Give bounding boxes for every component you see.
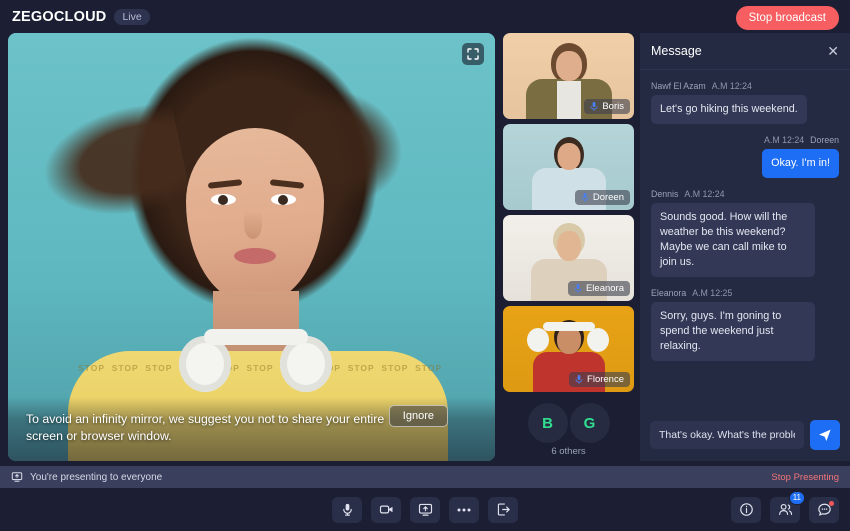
thumb-headphone-cup-left [527,328,549,352]
participants-button[interactable]: 11 [770,497,800,523]
chat-unread-dot [829,501,834,506]
thumb-person-face [557,143,580,170]
toolbar-center-group [332,497,518,523]
presenting-status-bar: You're presenting to everyone Stop Prese… [0,466,850,488]
person-nose [244,211,262,239]
thumb-person-shirt [557,81,581,119]
message-bubble: Sorry, guys. I'm goning to spend the wee… [651,302,815,361]
top-bar: ZEGOCLOUD Live [0,0,850,33]
message-time: A.M 12:25 [692,288,732,298]
presenting-status-left: You're presenting to everyone [11,471,771,483]
notice-text: To avoid an infinity mirror, we suggest … [26,411,406,445]
status-badge: Florence [569,372,630,387]
other-participants-group[interactable]: B G 6 others [503,403,634,457]
camera-toggle-button[interactable] [371,497,401,523]
message-meta: A.M 12:24 Doreen [651,135,839,145]
message-list: Nawf El Azam A.M 12:24 Let's go hiking t… [640,70,850,411]
screen-share-button[interactable] [410,497,440,523]
video-camera-icon [379,502,394,517]
message-meta: Nawf El Azam A.M 12:24 [651,81,839,91]
avatar[interactable]: B [528,403,568,443]
main-video-tile[interactable]: STOP STOP STOP STOP STOP STOP STOP STOP … [8,33,495,461]
ellipsis-icon [456,507,472,513]
avatar[interactable]: G [570,403,610,443]
message-bubble: Sounds good. How will the weather be thi… [651,203,815,277]
table-row[interactable]: Florence [503,306,634,392]
thumb-headphone-band [543,322,595,331]
fullscreen-icon[interactable] [462,43,484,65]
leave-icon [496,502,511,517]
list-item: A.M 12:24 Doreen Okay. I'm in! [651,135,839,178]
table-row[interactable]: Doreen [503,124,634,210]
message-meta: Eleanora A.M 12:25 [651,288,839,298]
person-pupil-left [218,195,228,205]
status-badge: Doreen [575,190,630,205]
stop-broadcast-button[interactable]: Stop broadcast [736,6,839,30]
more-options-button[interactable] [449,497,479,523]
person-lips [234,248,276,264]
video-conference-app: ZEGOCLOUD Live Stop broadcast STOP STOP … [0,0,850,531]
mic-icon [574,284,582,293]
thumb-name: Boris [602,101,624,112]
close-icon[interactable]: ✕ [827,44,839,58]
live-badge: Live [114,9,149,25]
ignore-button[interactable]: Ignore [389,405,448,427]
message-meta: Dennis A.M 12:24 [651,189,839,199]
table-row[interactable]: Boris [503,33,634,119]
message-composer [640,411,850,461]
leave-call-button[interactable] [488,497,518,523]
thumb-name: Doreen [593,192,624,203]
avatar-row: B G [528,403,610,443]
info-button[interactable] [731,497,761,523]
thumb-name: Eleanora [586,283,624,294]
participant-thumbnail-column: Boris Doreen [503,33,634,461]
bottom-toolbar: 11 [0,488,850,531]
message-bubble: Let's go hiking this weekend. [651,95,807,124]
chat-button[interactable] [809,497,839,523]
message-time: A.M 12:24 [712,81,752,91]
list-item: Dennis A.M 12:24 Sounds good. How will t… [651,189,839,277]
page-title: Message [651,44,827,58]
message-sender: Doreen [810,135,839,145]
list-item: Eleanora A.M 12:25 Sorry, guys. I'm goni… [651,288,839,361]
participants-badge: 11 [789,491,805,505]
person-pupil-right [278,195,288,205]
screen-share-icon [418,502,433,517]
other-participants-label: 6 others [551,446,585,457]
microphone-icon [340,502,355,517]
brand-logo: ZEGOCLOUD [12,9,106,25]
screen-share-icon [11,471,23,483]
table-row[interactable]: Eleanora [503,215,634,301]
message-sender: Eleanora [651,288,686,298]
info-icon [739,502,754,517]
message-sender: Nawf El Azam [651,81,706,91]
headphone-band [204,329,308,345]
toolbar-right-group: 11 [731,497,839,523]
mic-icon [581,193,589,202]
thumb-headphone-cup-right [587,328,609,352]
list-item: Nawf El Azam A.M 12:24 Let's go hiking t… [651,81,839,124]
mic-icon [575,375,583,384]
message-panel: Message ✕ Nawf El Azam A.M 12:24 Let's g… [640,33,850,461]
mic-toggle-button[interactable] [332,497,362,523]
presenting-status-text: You're presenting to everyone [30,472,162,483]
message-input[interactable] [650,421,804,449]
message-time: A.M 12:24 [684,189,724,199]
status-badge: Eleanora [568,281,630,296]
thumb-name: Florence [587,374,624,385]
message-sender: Dennis [651,189,678,199]
thumb-person-face [557,231,581,261]
send-button[interactable] [810,420,840,450]
send-icon [818,428,832,442]
status-badge: Boris [584,99,630,114]
message-time: A.M 12:24 [764,135,804,145]
message-panel-header: Message ✕ [640,33,850,70]
stop-presenting-link[interactable]: Stop Presenting [771,472,839,483]
thumb-person-face [556,51,582,81]
message-bubble: Okay. I'm in! [762,149,839,178]
participants-icon [778,502,793,517]
mic-icon [590,102,598,111]
